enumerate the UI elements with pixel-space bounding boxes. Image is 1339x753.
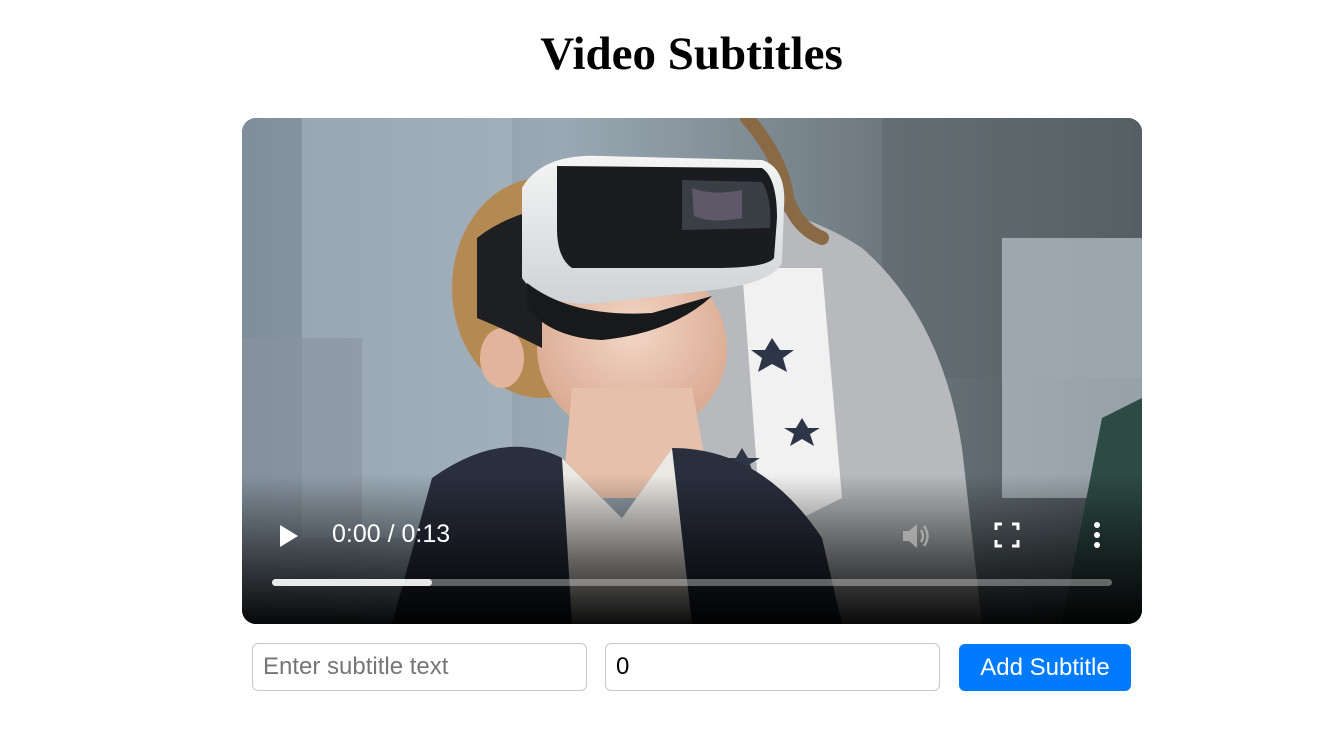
progress-buffered: [272, 579, 432, 586]
add-subtitle-button[interactable]: Add Subtitle: [959, 644, 1131, 691]
fullscreen-button[interactable]: [992, 520, 1022, 550]
more-options-button[interactable]: [1085, 519, 1109, 551]
subtitle-time-input[interactable]: [605, 643, 940, 691]
fullscreen-icon: [994, 522, 1020, 548]
subtitle-text-input[interactable]: [252, 643, 587, 691]
page-title: Video Subtitles: [540, 28, 843, 80]
mute-button[interactable]: [898, 518, 934, 554]
time-display: 0:00 / 0:13: [332, 520, 451, 548]
video-player[interactable]: 0:00 / 0:13: [242, 118, 1142, 624]
volume-icon: [903, 524, 929, 548]
progress-bar[interactable]: [272, 579, 1112, 586]
play-button[interactable]: [272, 520, 304, 552]
more-vertical-icon: [1094, 522, 1100, 548]
play-icon: [280, 525, 298, 547]
